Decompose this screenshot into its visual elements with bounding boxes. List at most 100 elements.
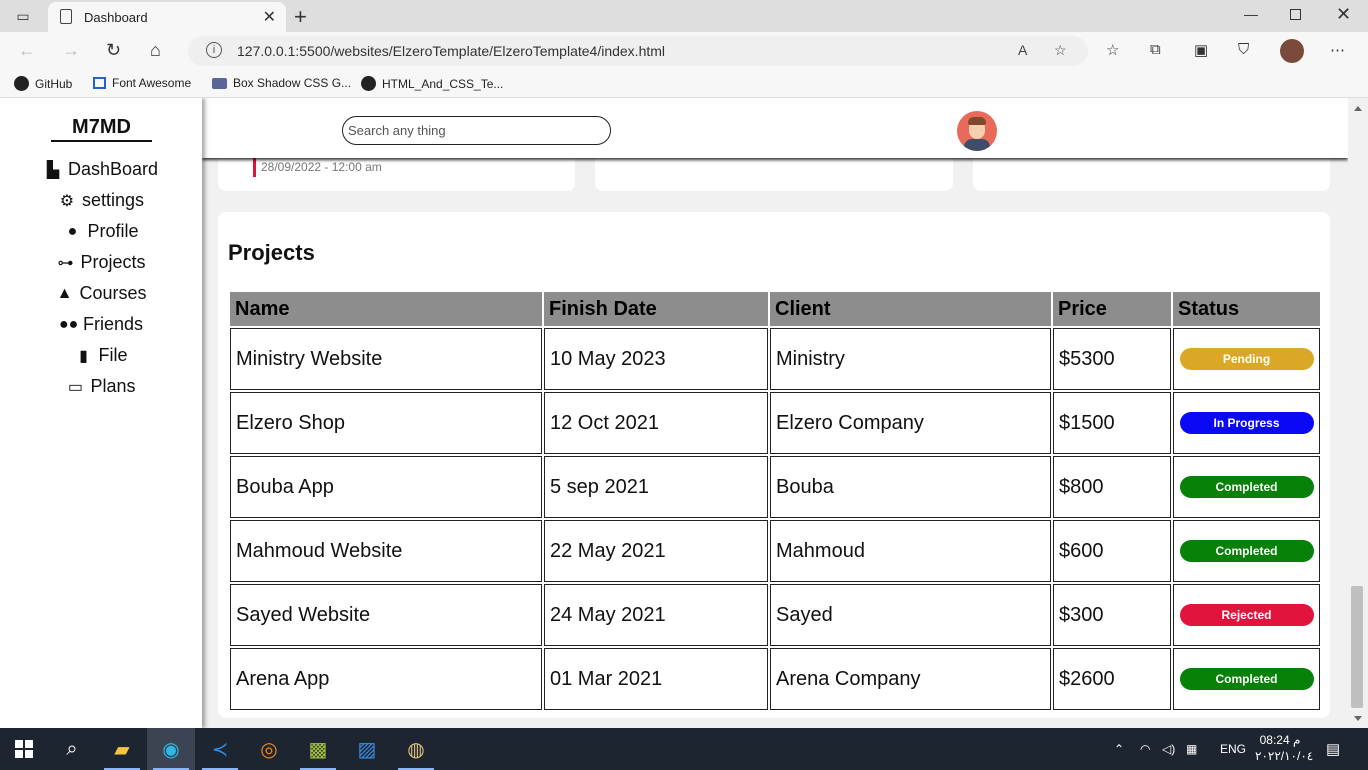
column-header-name: Name: [230, 292, 542, 326]
column-header-status: Status: [1173, 292, 1320, 326]
scrollbar-thumb[interactable]: [1351, 586, 1363, 708]
info-icon[interactable]: i: [206, 42, 222, 58]
finish-date: 01 Mar 2021: [544, 648, 768, 710]
search-icon[interactable]: ⌕: [48, 728, 96, 770]
search-input[interactable]: [342, 116, 611, 145]
sidebar-item-file[interactable]: ▮ File: [0, 345, 202, 366]
price: $5300: [1053, 328, 1171, 390]
refresh-icon[interactable]: ↻: [106, 40, 121, 61]
profile-avatar[interactable]: [1280, 39, 1304, 63]
bookmark-box-shadow[interactable]: Box Shadow CSS G...: [212, 76, 351, 90]
notifications-icon[interactable]: ▤: [1326, 728, 1340, 770]
close-tab-icon[interactable]: ✕: [263, 7, 276, 27]
sidebar-item-settings[interactable]: ⚙ settings: [0, 190, 202, 211]
vscode-icon[interactable]: ≺: [196, 728, 244, 770]
show-hidden-icons[interactable]: ⌃: [1114, 728, 1124, 770]
sidebar-item-courses[interactable]: ▲ Courses: [0, 283, 202, 304]
bookmarks-bar: GitHub Font Awesome Box Shadow CSS G... …: [0, 70, 1368, 98]
photos-icon[interactable]: ▨: [343, 728, 391, 770]
url-field[interactable]: i 127.0.0.1:5500/websites/ElzeroTemplate…: [188, 36, 1088, 66]
forward-icon[interactable]: →: [62, 40, 80, 61]
browser-tab[interactable]: Dashboard ✕: [48, 2, 286, 32]
project-name: Bouba App: [230, 456, 542, 518]
status-badge: Rejected: [1179, 604, 1314, 626]
favorites-icon[interactable]: ☆: [1106, 41, 1119, 59]
paint-icon[interactable]: ◍: [392, 728, 440, 770]
client: Elzero Company: [770, 392, 1051, 454]
edge-icon[interactable]: ◉: [147, 728, 195, 770]
collections-icon[interactable]: ⧉: [1150, 41, 1161, 58]
close-window-icon[interactable]: ✕: [1336, 4, 1351, 25]
chart-icon: ▙: [46, 161, 60, 179]
projects-table: Name Finish Date Client Price Status Min…: [228, 290, 1322, 712]
browser-essentials-icon[interactable]: ⛉: [1238, 41, 1249, 58]
language-indicator[interactable]: ENG: [1220, 728, 1246, 770]
card: [595, 156, 953, 191]
credit-card-icon: ▭: [67, 378, 84, 396]
table-row: Arena App 01 Mar 2021 Arena Company $260…: [230, 648, 1320, 710]
table-row: Bouba App 5 sep 2021 Bouba $800 Complete…: [230, 456, 1320, 518]
sidebar: M7MD ▙ DashBoard ⚙ settings ● Profile ⊶ …: [0, 98, 202, 728]
keyboard-icon[interactable]: ▦: [1186, 728, 1197, 770]
maximize-icon[interactable]: [1290, 9, 1301, 20]
finish-date: 10 May 2023: [544, 328, 768, 390]
bookmark-github[interactable]: GitHub: [14, 76, 72, 91]
user-icon: ●: [67, 222, 78, 240]
tab-actions-icon[interactable]: ▭: [14, 7, 32, 25]
home-icon[interactable]: ⌂: [150, 40, 161, 61]
page-viewport: M7MD ▙ DashBoard ⚙ settings ● Profile ⊶ …: [0, 98, 1368, 728]
users-icon: ●●: [58, 315, 79, 333]
minimize-icon[interactable]: —: [1244, 6, 1258, 22]
xampp-icon[interactable]: ▩: [294, 728, 342, 770]
read-aloud-icon[interactable]: A: [1018, 42, 1027, 58]
github-icon: [361, 76, 376, 91]
client: Mahmoud: [770, 520, 1051, 582]
client: Arena Company: [770, 648, 1051, 710]
favorite-add-icon[interactable]: ☆: [1054, 42, 1067, 59]
table-row: Elzero Shop 12 Oct 2021 Elzero Company $…: [230, 392, 1320, 454]
avatar[interactable]: [957, 111, 997, 151]
file-explorer-icon[interactable]: ▰: [98, 728, 146, 770]
scroll-down-icon[interactable]: [1354, 716, 1362, 721]
bookmark-icon: [212, 77, 227, 89]
new-tab-icon[interactable]: +: [294, 4, 307, 30]
network-icon[interactable]: ◠: [1140, 728, 1150, 770]
diagram-icon: ⊶: [57, 254, 74, 272]
scrollbar[interactable]: [1348, 98, 1368, 728]
sidebar-item-projects[interactable]: ⊶ Projects: [0, 252, 202, 273]
table-row: Sayed Website 24 May 2021 Sayed $300 Rej…: [230, 584, 1320, 646]
github-icon: [14, 76, 29, 91]
sidebar-item-dashboard[interactable]: ▙ DashBoard: [0, 159, 202, 180]
finish-date: 5 sep 2021: [544, 456, 768, 518]
table-row: Ministry Website 10 May 2023 Ministry $5…: [230, 328, 1320, 390]
bookmark-font-awesome[interactable]: Font Awesome: [93, 76, 191, 90]
status-badge: Pending: [1179, 348, 1314, 370]
sidebar-item-profile[interactable]: ● Profile: [0, 221, 202, 242]
bookmark-html-css[interactable]: HTML_And_CSS_Te...: [361, 76, 503, 91]
client: Bouba: [770, 456, 1051, 518]
gear-icon: ⚙: [59, 192, 75, 210]
blender-icon[interactable]: ◎: [245, 728, 293, 770]
column-header-finish-date: Finish Date: [544, 292, 768, 326]
sidebar-item-plans[interactable]: ▭ Plans: [0, 376, 202, 397]
scroll-up-icon[interactable]: [1354, 106, 1362, 111]
table-row: Mahmoud Website 22 May 2021 Mahmoud $600…: [230, 520, 1320, 582]
top-cards: 28/09/2022 - 12:00 am: [218, 152, 1330, 191]
clock[interactable]: 08:24 م ٢٠٢٢/١٠/٠٤: [1255, 732, 1313, 764]
card-date: 28/09/2022 - 12:00 am: [261, 160, 382, 174]
column-header-client: Client: [770, 292, 1051, 326]
header: [202, 98, 1348, 158]
status-badge: In Progress: [1179, 412, 1314, 434]
start-button[interactable]: [0, 728, 48, 770]
card: 28/09/2022 - 12:00 am: [218, 152, 575, 191]
price: $600: [1053, 520, 1171, 582]
extension-icon[interactable]: ▣: [1194, 41, 1208, 59]
more-options-icon[interactable]: ⋯: [1330, 41, 1345, 59]
file-icon: ▮: [79, 347, 88, 365]
page-icon: [60, 9, 72, 24]
volume-icon[interactable]: ◁): [1162, 728, 1175, 770]
price: $300: [1053, 584, 1171, 646]
back-icon[interactable]: ←: [18, 40, 36, 61]
sidebar-item-friends[interactable]: ●● Friends: [0, 314, 202, 335]
status-badge: Completed: [1179, 476, 1314, 498]
